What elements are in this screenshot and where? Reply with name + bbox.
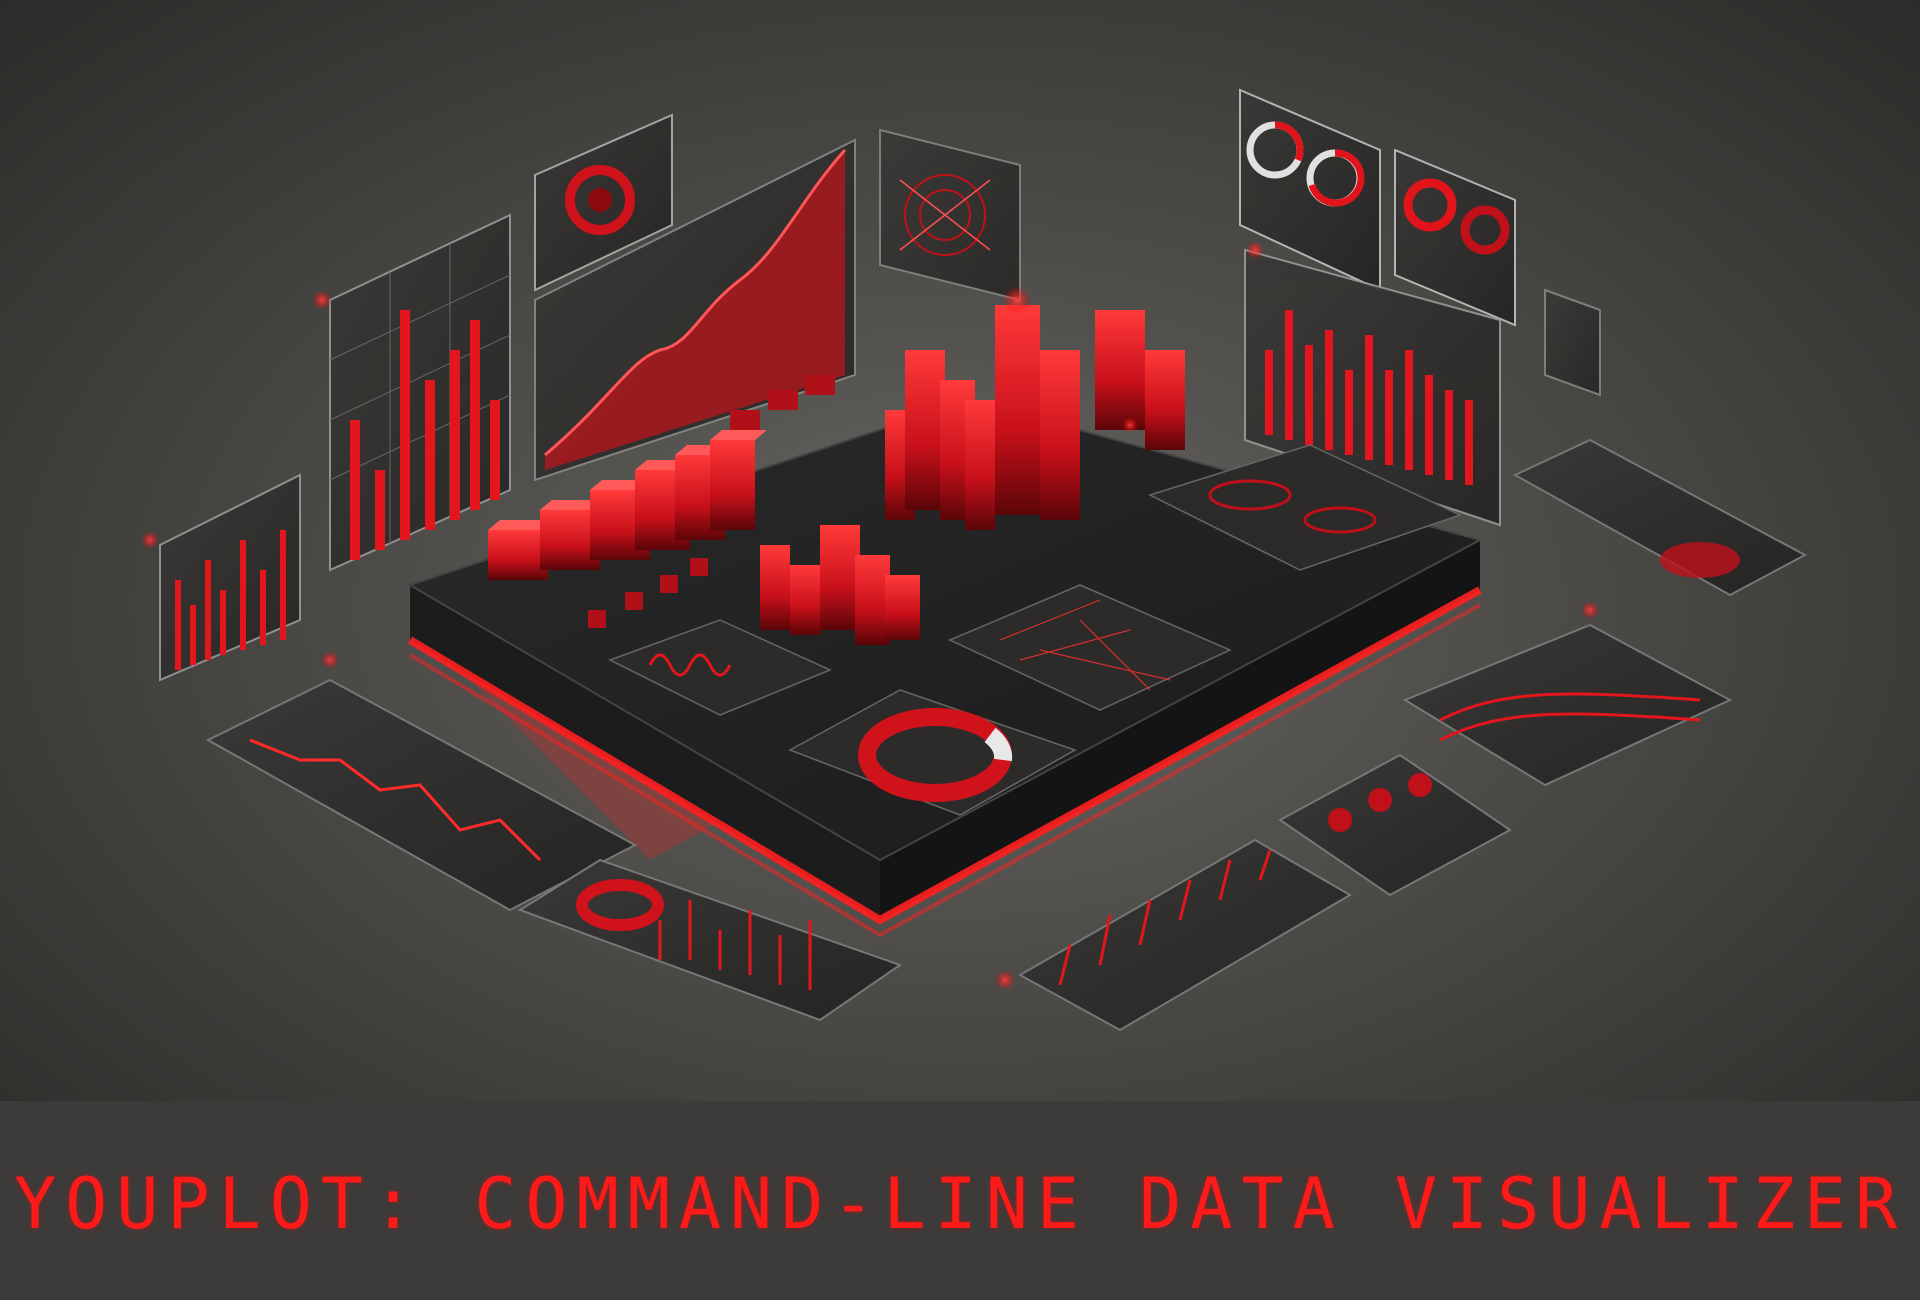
front-panel-wave-bars [1017,838,1352,1032]
floating-panel-radar [879,128,1021,302]
isometric-dashboard-illustration [0,0,1920,1101]
front-panel-streams [1402,623,1733,787]
floating-panel-far-right [1544,288,1601,397]
front-panel-far-right [1512,438,1808,597]
floating-panel-bar-chart-far-left [159,473,301,682]
page: YOUPLOT: COMMAND-LINE DATA VISUALIZER [0,0,1920,1300]
illustration-svg [141,88,1808,1032]
title-banner: YOUPLOT: COMMAND-LINE DATA VISUALIZER [0,1101,1920,1300]
floating-panel-bar-chart-left [329,213,511,572]
banner-title: YOUPLOT: COMMAND-LINE DATA VISUALIZER [14,1163,1907,1245]
